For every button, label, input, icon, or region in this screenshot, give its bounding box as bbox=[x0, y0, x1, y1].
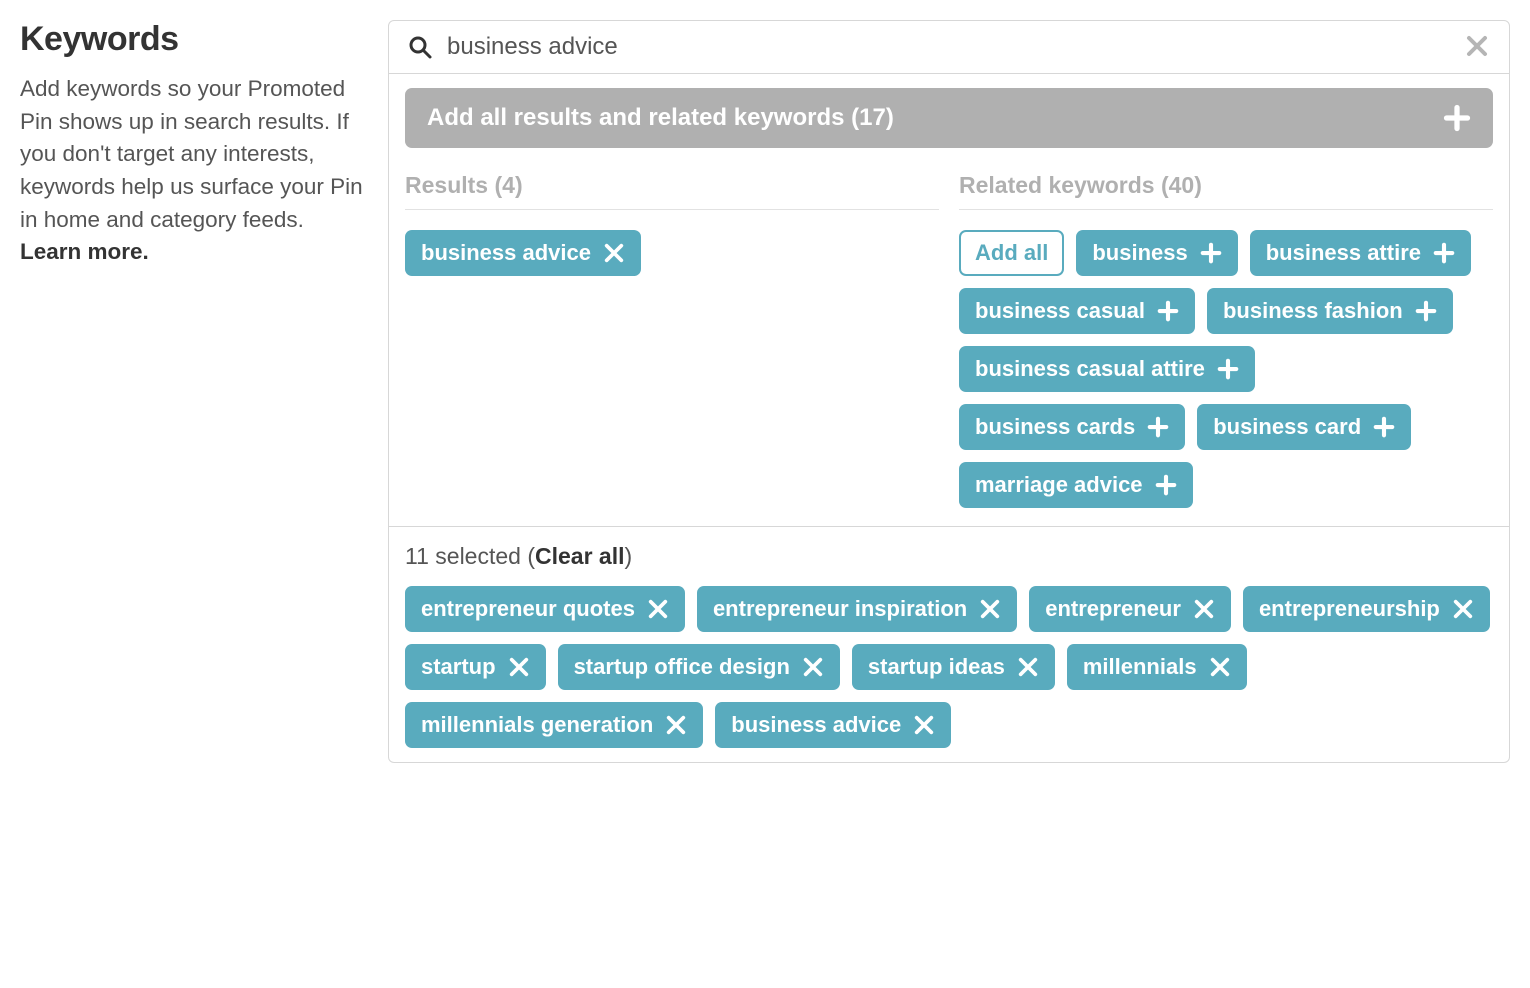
add-all-results-button[interactable]: Add all results and related keywords (17… bbox=[405, 88, 1493, 148]
plus-icon bbox=[1155, 474, 1177, 496]
add-all-related-button[interactable]: Add all bbox=[959, 230, 1064, 276]
close-icon bbox=[665, 714, 687, 736]
related-chip[interactable]: business bbox=[1076, 230, 1237, 276]
plus-icon bbox=[1415, 300, 1437, 322]
related-column: Related keywords (40) Add all business bus… bbox=[959, 158, 1493, 508]
selected-count: 11 bbox=[405, 543, 429, 569]
selected-chip[interactable]: startup ideas bbox=[852, 644, 1055, 690]
selected-header: 11 selected (Clear all) bbox=[405, 543, 1493, 570]
results-column: Results (4) business advice bbox=[405, 158, 939, 508]
plus-icon bbox=[1147, 416, 1169, 438]
related-chip[interactable]: business card bbox=[1197, 404, 1411, 450]
close-icon bbox=[1209, 656, 1231, 678]
clear-search-icon[interactable] bbox=[1465, 34, 1491, 60]
selected-chips: entrepreneur quotes entrepreneur inspirat… bbox=[405, 586, 1493, 748]
related-chip-label: marriage advice bbox=[975, 474, 1143, 496]
keywords-panel: Add all results and related keywords (17… bbox=[388, 20, 1510, 763]
plus-icon bbox=[1373, 416, 1395, 438]
selected-chip-label: startup office design bbox=[574, 656, 790, 678]
add-all-results-label: Add all results and related keywords (17… bbox=[427, 104, 894, 132]
search-row bbox=[389, 21, 1509, 74]
selected-chip[interactable]: business advice bbox=[715, 702, 951, 748]
related-chip-label: business casual attire bbox=[975, 358, 1205, 380]
related-chip-label: business casual bbox=[975, 300, 1145, 322]
clear-all-link[interactable]: Clear all bbox=[535, 543, 625, 569]
selected-chip[interactable]: millennials bbox=[1067, 644, 1247, 690]
results-header: Results (4) bbox=[405, 158, 939, 210]
sidebar-description-text: Add keywords so your Promoted Pin shows … bbox=[20, 76, 363, 232]
selected-chip-label: business advice bbox=[731, 714, 901, 736]
selected-chip[interactable]: entrepreneur bbox=[1029, 586, 1231, 632]
add-all-related-button-label: Add all bbox=[975, 242, 1048, 264]
sidebar-title: Keywords bbox=[20, 20, 370, 59]
close-icon bbox=[603, 242, 625, 264]
selected-chip[interactable]: startup bbox=[405, 644, 546, 690]
related-chip[interactable]: business attire bbox=[1250, 230, 1471, 276]
search-icon bbox=[407, 34, 433, 60]
close-icon bbox=[802, 656, 824, 678]
related-chip-label: business attire bbox=[1266, 242, 1421, 264]
result-chip[interactable]: business advice bbox=[405, 230, 641, 276]
selected-chip-label: millennials generation bbox=[421, 714, 653, 736]
related-header: Related keywords (40) bbox=[959, 158, 1493, 210]
selected-chip-label: millennials bbox=[1083, 656, 1197, 678]
keywords-sidebar: Keywords Add keywords so your Promoted P… bbox=[20, 20, 370, 763]
close-icon bbox=[1193, 598, 1215, 620]
learn-more-link[interactable]: Learn more. bbox=[20, 239, 149, 264]
selected-chip-label: entrepreneur inspiration bbox=[713, 598, 967, 620]
search-input[interactable] bbox=[447, 33, 1465, 61]
selected-chip-label: entrepreneur bbox=[1045, 598, 1181, 620]
selected-chip[interactable]: millennials generation bbox=[405, 702, 703, 748]
selected-chip-label: startup ideas bbox=[868, 656, 1005, 678]
plus-icon bbox=[1433, 242, 1455, 264]
related-chip[interactable]: business cards bbox=[959, 404, 1185, 450]
selected-chip[interactable]: entrepreneurship bbox=[1243, 586, 1490, 632]
close-icon bbox=[979, 598, 1001, 620]
related-chip[interactable]: business casual bbox=[959, 288, 1195, 334]
close-icon bbox=[508, 656, 530, 678]
related-chips: Add all business business attire business c… bbox=[959, 230, 1493, 508]
related-chip[interactable]: marriage advice bbox=[959, 462, 1193, 508]
related-chip-label: business bbox=[1092, 242, 1187, 264]
selected-chip[interactable]: startup office design bbox=[558, 644, 840, 690]
close-icon bbox=[1017, 656, 1039, 678]
sidebar-description: Add keywords so your Promoted Pin shows … bbox=[20, 73, 370, 269]
plus-icon bbox=[1200, 242, 1222, 264]
selected-chip-label: startup bbox=[421, 656, 496, 678]
plus-icon bbox=[1443, 104, 1471, 132]
close-icon bbox=[647, 598, 669, 620]
plus-icon bbox=[1217, 358, 1239, 380]
close-icon bbox=[1452, 598, 1474, 620]
selected-bar: 11 selected (Clear all) entrepreneur quo… bbox=[389, 526, 1509, 762]
plus-icon bbox=[1157, 300, 1179, 322]
result-chip-label: business advice bbox=[421, 242, 591, 264]
selected-chip-label: entrepreneurship bbox=[1259, 598, 1440, 620]
related-chip[interactable]: business casual attire bbox=[959, 346, 1255, 392]
selected-chip-label: entrepreneur quotes bbox=[421, 598, 635, 620]
results-chips: business advice bbox=[405, 230, 939, 276]
related-chip-label: business cards bbox=[975, 416, 1135, 438]
related-chip-label: business card bbox=[1213, 416, 1361, 438]
selected-chip[interactable]: entrepreneur quotes bbox=[405, 586, 685, 632]
related-chip-label: business fashion bbox=[1223, 300, 1403, 322]
selected-chip[interactable]: entrepreneur inspiration bbox=[697, 586, 1017, 632]
close-icon bbox=[913, 714, 935, 736]
related-chip[interactable]: business fashion bbox=[1207, 288, 1453, 334]
